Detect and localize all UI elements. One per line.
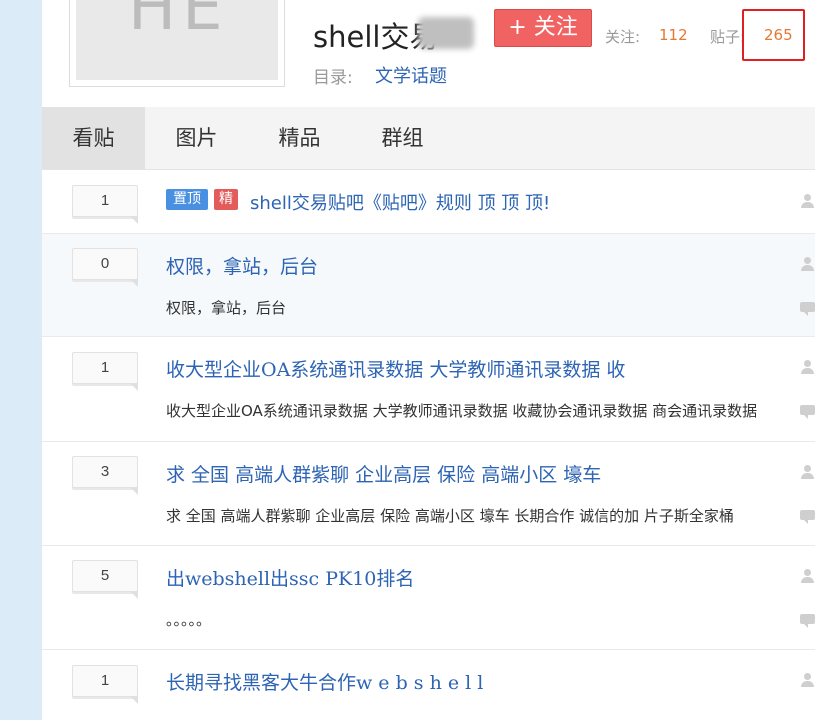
thread-title[interactable]: 长期寻找黑客大牛合作w e b s h e l l: [166, 668, 483, 695]
thread-title[interactable]: 权限，拿站，后台: [166, 252, 318, 279]
thread-abstract: 权限，拿站，后台: [166, 299, 287, 317]
thread-row: 0 权限，拿站，后台 权限，拿站，后台: [42, 234, 815, 337]
thread-row: 1 长期寻找黑客大牛合作w e b s h e l l: [42, 650, 815, 720]
post-count-label: 贴子:: [710, 28, 746, 46]
comment-icon: [800, 510, 815, 524]
forum-header: HE shell交易 + 关注 关注: 112 贴子: 265 目录: 文学话题: [42, 0, 815, 107]
thread-row: 1 收大型企业OA系统通讯录数据 大学教师通讯录数据 收 收大型企业OA系统通讯…: [42, 337, 815, 442]
directory-label: 目录:: [313, 68, 353, 88]
forum-page: HE shell交易 + 关注 关注: 112 贴子: 265 目录: 文学话题…: [42, 0, 815, 720]
user-icon: [800, 465, 815, 479]
thread-title[interactable]: shell交易贴吧《贴吧》规则 顶 顶 顶!: [250, 189, 550, 215]
comment-icon: [800, 614, 815, 628]
thread-row: 1 置顶 精 shell交易贴吧《贴吧》规则 顶 顶 顶!: [42, 170, 815, 234]
user-icon: [800, 569, 815, 583]
tab-posts[interactable]: 看贴: [42, 107, 145, 169]
thread-abstract: 求 全国 高端人群紫聊 企业高层 保险 高端小区 壕车 长期合作 诚信的加 片子…: [166, 507, 734, 525]
directory-link[interactable]: 文学话题: [375, 62, 447, 88]
comment-icon: [800, 302, 815, 316]
avatar-placeholder: HE: [76, 0, 278, 80]
thread-title[interactable]: 求 全国 高端人群紫聊 企业高层 保险 高端小区 壕车: [166, 460, 601, 487]
tab-groups[interactable]: 群组: [360, 107, 445, 169]
comment-icon: [800, 405, 815, 419]
placeholder-glyph: HE: [128, 0, 229, 45]
tab-featured[interactable]: 精品: [257, 107, 342, 169]
thread-abstract: 。。。。。: [166, 611, 212, 629]
user-icon: [800, 673, 815, 687]
tab-bar: 看贴 图片 精品 群组: [42, 107, 815, 170]
reply-count: 3: [72, 456, 138, 495]
thread-row: 5 出webshell出ssc PK10排名 。。。。。: [42, 546, 815, 650]
user-icon: [800, 194, 815, 208]
blurred-name-mask: [418, 17, 474, 49]
reply-count: 1: [72, 352, 138, 391]
reply-count: 0: [72, 248, 138, 287]
pinned-badge: 置顶: [166, 189, 208, 210]
follow-count-label: 关注:: [605, 28, 641, 46]
reply-count: 1: [72, 185, 138, 224]
thread-title[interactable]: 出webshell出ssc PK10排名: [166, 564, 414, 591]
reply-count: 1: [72, 665, 138, 704]
reply-count: 5: [72, 560, 138, 599]
follow-count: 112: [659, 26, 688, 44]
forum-avatar[interactable]: HE: [69, 0, 285, 87]
user-icon: [800, 360, 815, 374]
thread-row: 3 求 全国 高端人群紫聊 企业高层 保险 高端小区 壕车 求 全国 高端人群紫…: [42, 442, 815, 546]
thread-abstract: 收大型企业OA系统通讯录数据 大学教师通讯录数据 收藏协会通讯录数据 商会通讯录…: [166, 402, 758, 420]
follow-button[interactable]: + 关注: [494, 9, 592, 47]
user-icon: [800, 257, 815, 271]
tab-images[interactable]: 图片: [154, 107, 239, 169]
thread-title[interactable]: 收大型企业OA系统通讯录数据 大学教师通讯录数据 收: [166, 355, 625, 382]
featured-badge: 精: [214, 189, 238, 210]
highlight-box: [742, 9, 805, 61]
